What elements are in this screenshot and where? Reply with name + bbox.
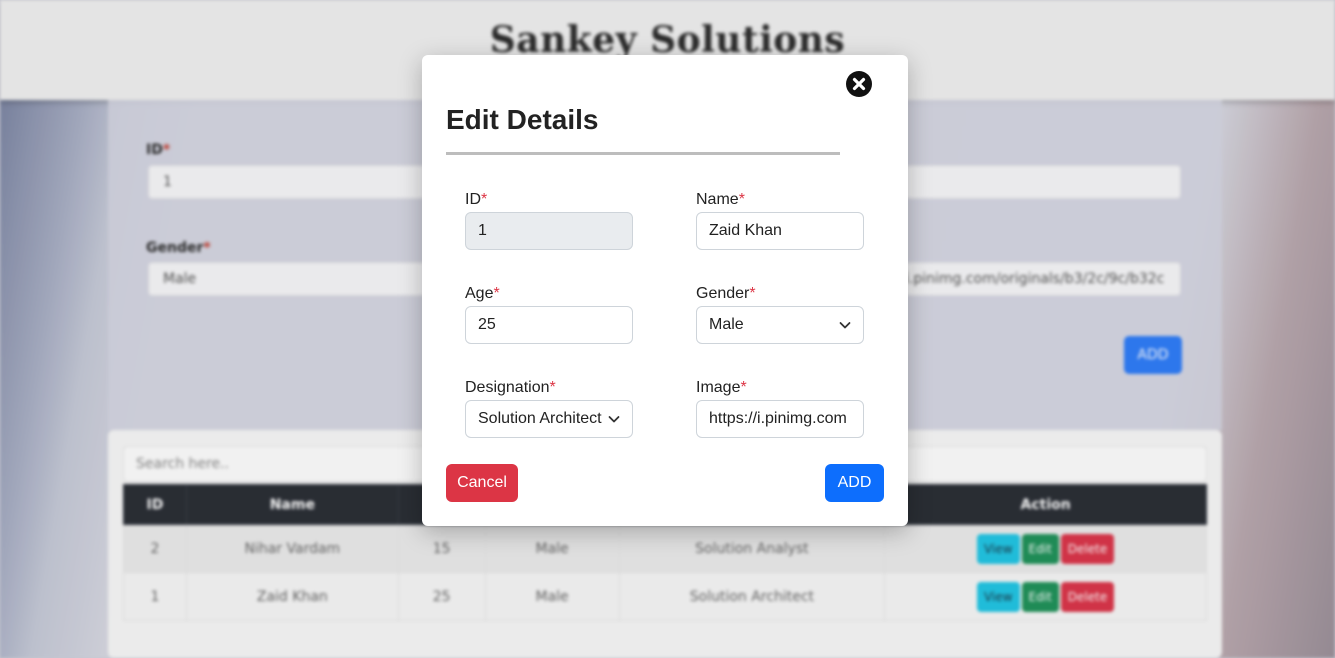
name-field[interactable]: Zaid Khan [696, 212, 864, 250]
chevron-down-icon [839, 322, 851, 329]
cancel-button[interactable]: Cancel [446, 464, 518, 502]
chevron-down-icon [608, 416, 620, 423]
edit-details-modal: Edit Details ID* 1 Name* Zaid Khan Age* … [422, 55, 908, 526]
id-field: 1 [465, 212, 633, 250]
gender-select[interactable]: Male [696, 306, 864, 344]
designation-select[interactable]: Solution Architect [465, 400, 633, 438]
age-label: Age* [465, 285, 500, 302]
close-icon[interactable] [846, 71, 872, 97]
age-field[interactable]: 25 [465, 306, 633, 344]
add-button[interactable]: ADD [825, 464, 884, 502]
gender-label: Gender* [696, 285, 756, 302]
image-url-field[interactable]: https://i.pinimg.com [696, 400, 864, 438]
name-label: Name* [696, 191, 745, 208]
title-divider [446, 152, 840, 155]
modal-title: Edit Details [446, 104, 599, 135]
designation-label: Designation* [465, 379, 556, 396]
id-label: ID* [465, 191, 488, 208]
image-label: Image* [696, 379, 747, 396]
